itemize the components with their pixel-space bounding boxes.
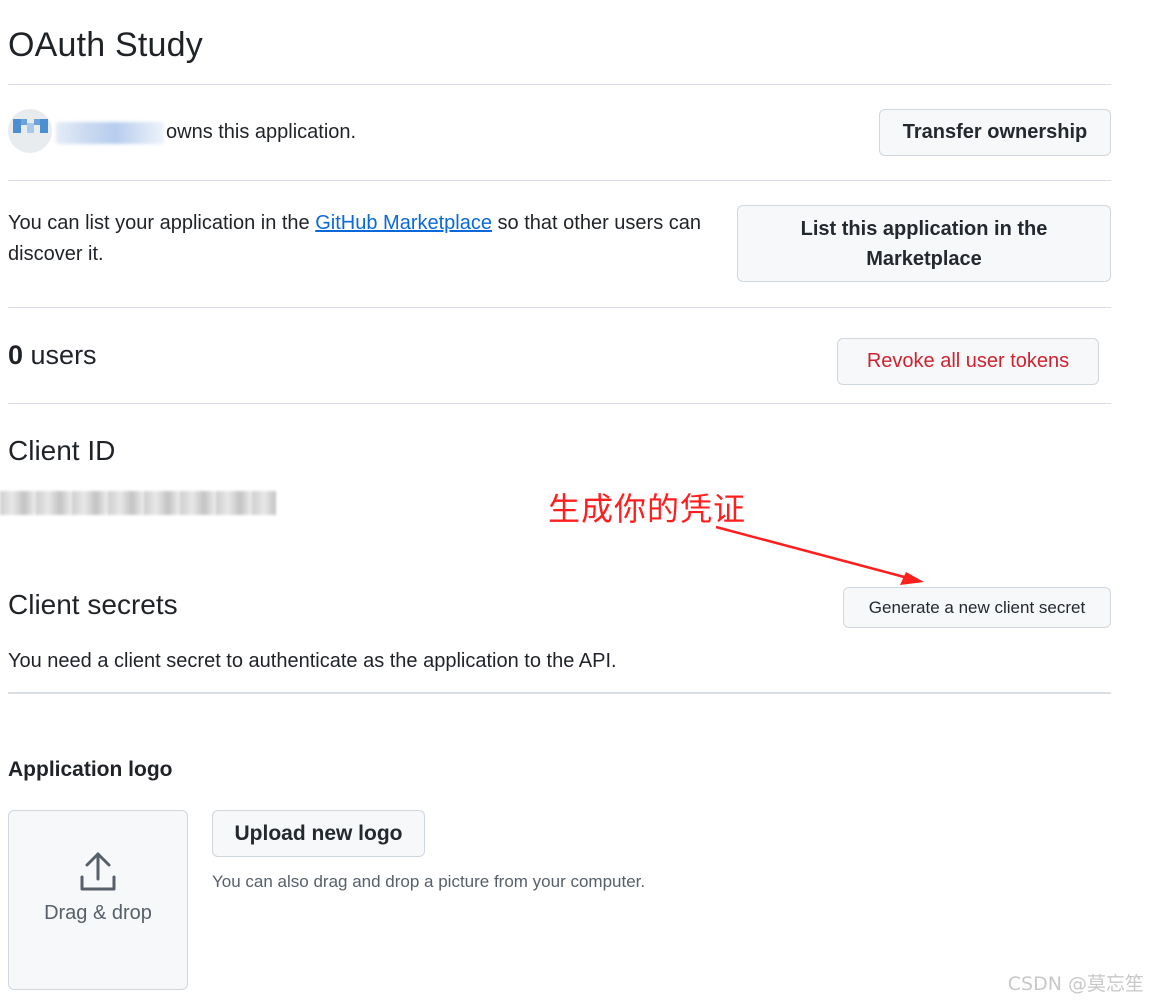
upload-hint: You can also drag and drop a picture fro…: [212, 872, 646, 891]
page-title: OAuth Study: [8, 26, 203, 64]
client-secrets-heading: Client secrets: [8, 589, 178, 620]
divider: [8, 307, 1111, 308]
owner-name-redacted: [56, 122, 164, 144]
marketplace-text-before: You can list your application in the: [8, 212, 316, 234]
app-settings-page: OAuth Study owns this application. Trans…: [0, 0, 1150, 1003]
divider: [8, 84, 1111, 85]
generate-client-secret-button[interactable]: Generate a new client secret: [843, 587, 1111, 628]
divider: [8, 692, 1111, 694]
marketplace-description: You can list your application in the Git…: [8, 208, 738, 270]
upload-new-logo-button[interactable]: Upload new logo: [212, 810, 425, 857]
user-count: 0 users: [8, 340, 97, 371]
watermark: CSDN @莫忘笙: [1007, 973, 1144, 995]
divider: [8, 403, 1111, 404]
list-in-marketplace-button[interactable]: List this application in the Marketplace: [737, 205, 1111, 282]
divider: [8, 180, 1111, 181]
user-count-number: 0: [8, 340, 24, 370]
transfer-ownership-button[interactable]: Transfer ownership: [879, 109, 1111, 156]
client-id-value-redacted: [0, 491, 276, 515]
github-marketplace-link[interactable]: GitHub Marketplace: [315, 212, 492, 234]
client-id-heading: Client ID: [8, 435, 116, 466]
owner-statement: owns this application.: [166, 121, 357, 143]
user-count-label: users: [23, 340, 97, 370]
upload-icon: [80, 852, 116, 891]
client-secret-note: You need a client secret to authenticate…: [8, 650, 617, 672]
dropzone-label: Drag & drop: [44, 902, 152, 924]
application-logo-heading: Application logo: [8, 758, 173, 781]
revoke-all-tokens-button[interactable]: Revoke all user tokens: [837, 338, 1099, 385]
owner-avatar[interactable]: [8, 109, 52, 153]
annotation-label: 生成你的凭证: [548, 490, 747, 528]
logo-dropzone[interactable]: Drag & drop: [8, 810, 188, 990]
